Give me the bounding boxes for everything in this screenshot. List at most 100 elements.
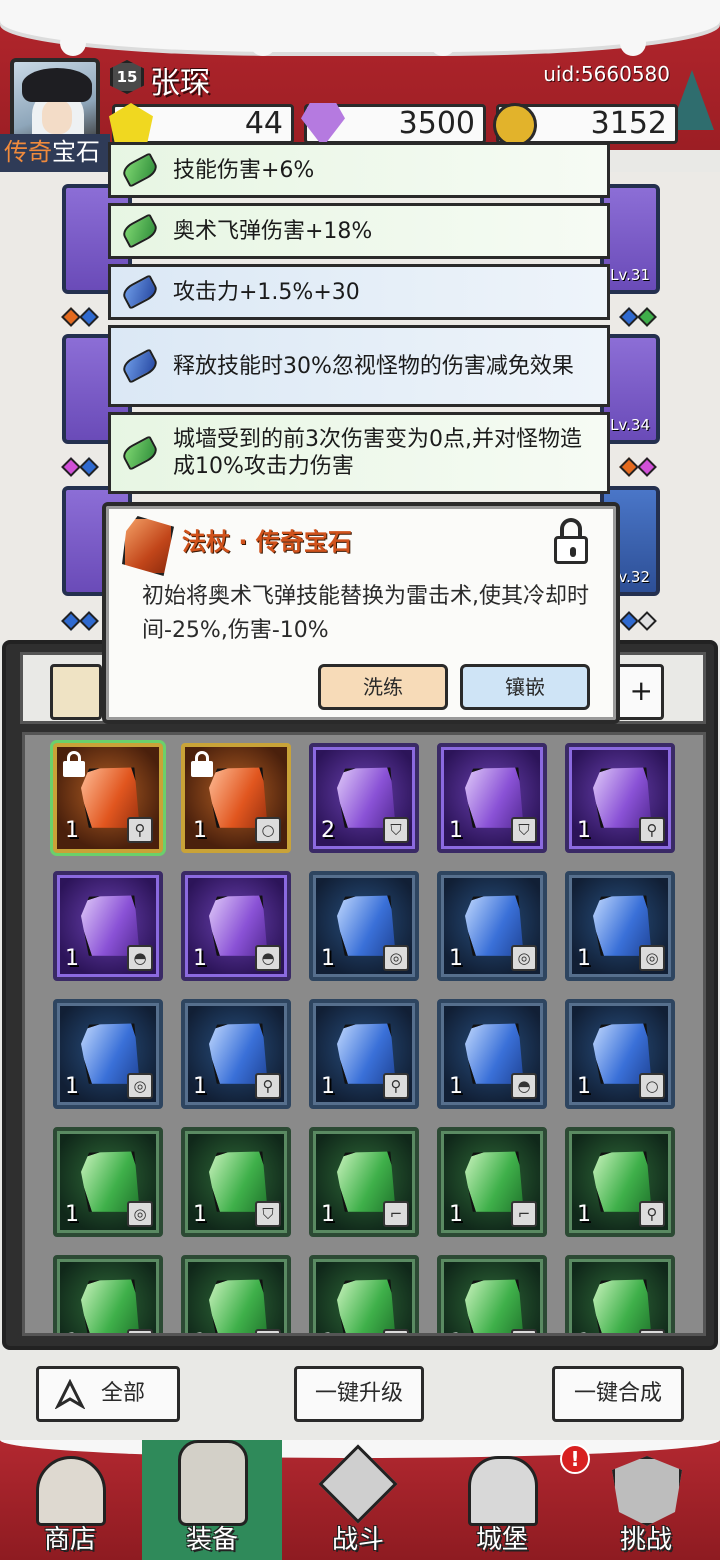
gem-count: 1 [449,1074,463,1099]
green-gem-icon [327,1267,408,1336]
gem-slot[interactable]: 1⌐ [309,1255,419,1336]
gem-count: 1 [577,1330,591,1333]
ring-icon: ◎ [639,945,665,971]
gem-count: 1 [193,1074,207,1099]
staff-icon: ⚲ [383,1073,409,1099]
attribute-text: 奥术飞弹伤害+18% [173,218,373,244]
crossed-swords-icon [318,1444,398,1524]
attribute-row: 攻击力+1.5%+30 [108,264,610,320]
gem-count: 1 [65,818,79,843]
green-gem-icon [583,1267,664,1336]
legend-tab-label: 宝石 [52,138,100,166]
gem-count: 1 [65,1074,79,1099]
gem-slot[interactable]: 1⚲ [565,1255,675,1336]
socket-dots [619,611,657,631]
backpack-icon [178,1440,248,1526]
gem-slot[interactable]: 1⚲ [50,740,166,856]
green-gem-icon [71,1267,152,1336]
armor-icon: ⛉ [511,817,537,843]
triangle-up-icon [55,1379,85,1409]
merge-all-button[interactable]: 一键合成 [552,1366,684,1422]
attribute-row: 奥术飞弹伤害+18% [108,203,610,259]
snow-decoration [620,30,646,56]
gem-count: 1 [193,818,207,843]
socket-dots [61,611,99,631]
castle-icon [468,1456,538,1526]
gem-slot[interactable]: 1⛉ [437,743,547,853]
legendary-gem-tab[interactable]: 传奇宝石 [0,134,110,172]
refine-button[interactable]: 洗练 [318,664,448,710]
gem-count: 2 [321,818,335,843]
attribute-row: 释放技能时30%忽视怪物的伤害减免效果 [108,325,610,407]
gem-slot[interactable]: 1◎ [309,871,419,981]
ring-icon: ◎ [127,1073,153,1099]
gem-slot[interactable]: 1 ◓ [53,871,163,981]
energy-icon [109,103,153,147]
upgrade-all-button[interactable]: 一键升级 [294,1366,424,1422]
filter-all-button[interactable]: 全部 [36,1366,180,1422]
shield-icon [612,1456,682,1526]
gem-slot[interactable]: 1◎ [437,871,547,981]
snow-decoration [430,30,456,56]
gem-slot[interactable]: 1◎ [53,1127,163,1237]
gem-slot[interactable]: 1⚲ [565,743,675,853]
nav-challenge[interactable]: 挑战 [576,1440,716,1560]
gem-slot[interactable]: 1⌐ [437,1255,547,1336]
armor-icon: ⛉ [255,1329,281,1333]
gem-slot[interactable]: 1◎ [565,871,675,981]
nav-equipment[interactable]: 装备 [142,1440,282,1560]
green-gem-icon [119,152,161,188]
filter-all-label: 全部 [100,1381,145,1406]
hat-icon: ◓ [127,945,153,971]
inlay-button[interactable]: 镶嵌 [460,664,590,710]
lock-icon[interactable] [554,518,588,564]
gem-slot[interactable]: 1 ◓ [437,999,547,1109]
gem-slot[interactable]: 1 ○ [565,999,675,1109]
gem-slot[interactable]: 2 ⛉ [309,743,419,853]
gem-slot[interactable]: 1⚲ [309,999,419,1109]
gem-count: 1 [65,1330,79,1333]
gem-slot[interactable]: 1 ◓ [181,871,291,981]
boots-icon: ⌐ [383,1201,409,1227]
gem-slot[interactable]: 1⚲ [565,1127,675,1237]
nav-battle[interactable]: 战斗 [288,1440,428,1560]
gem-slot[interactable]: 1⛉ [181,1255,291,1333]
armor-icon: ⛉ [383,817,409,843]
inventory-grid: 1 ⚲ 1 ○ 2 ⛉ 1 ⛉ 1 ⚲ 1 ◓ 1 ◓ 1 ◎ 1 ◎ 1 ◎ 1 ◎ 1 ⚲ 1 ⚲ 1 ◓ 1 ○ 1 ◎ 1 ⛉ 1 ⌐ 1 ⌐ 1 ⚲… [22,732,706,1336]
gem-slot[interactable]: 1◎ [53,999,163,1109]
gem-count: 1 [65,1202,79,1227]
gem-slot[interactable]: 1⚲ [181,999,291,1109]
gem-counter[interactable]: 3500 [301,103,486,147]
diamond-icon [301,103,345,147]
green-gem-icon [455,1267,536,1336]
inventory-filter-tab[interactable] [50,664,102,720]
attribute-text: 技能伤害+6% [173,157,315,183]
nav-shop[interactable]: 商店 [0,1440,140,1560]
gem-slot[interactable]: 1⌐ [309,1127,419,1237]
gem-slot[interactable]: 1⌐ [437,1127,547,1237]
nav-castle-label: 城堡 [475,1525,528,1555]
gem-count: 1 [449,1330,463,1333]
coin-counter[interactable]: 3152 [493,103,678,147]
blue-gem-icon [119,348,161,384]
equip-level: Lv.34 [610,416,650,434]
top-header: 15 张琛 uid:5660580 44 3500 3152 [0,0,720,150]
green-gem-icon [119,213,161,249]
gem-count: 1 [193,1202,207,1227]
gem-slot[interactable]: 1⛉ [181,1127,291,1237]
snow-decoration [0,0,720,52]
staff-icon: ⚲ [639,817,665,843]
staff-icon: ⚲ [639,1329,665,1333]
energy-value: 44 [244,106,283,141]
ring-icon: ◎ [127,1201,153,1227]
nav-castle[interactable]: 城堡 [432,1440,572,1560]
gem-inventory-panel: + 1 ⚲ 1 ○ 2 ⛉ 1 ⛉ 1 ⚲ 1 ◓ 1 ◓ 1 ◎ 1 ◎ 1 ◎ 1 ◎ 1 ⚲ 1 ⚲ 1 ◓ 1 ○ 1 ◎ 1 ⛉ 1 ⌐ 1 ⌐… [2,640,718,1350]
gem-value: 3500 [398,106,475,141]
gem-count: 1 [577,946,591,971]
boots-icon: ⌐ [383,1329,409,1333]
gem-slot[interactable]: 1 ○ [181,743,291,853]
gem-slot[interactable]: 1◎ [53,1255,163,1336]
attribute-text: 释放技能时30%忽视怪物的伤害减免效果 [173,353,574,379]
energy-counter[interactable]: 44 [109,103,294,147]
nav-battle-label: 战斗 [331,1525,384,1555]
